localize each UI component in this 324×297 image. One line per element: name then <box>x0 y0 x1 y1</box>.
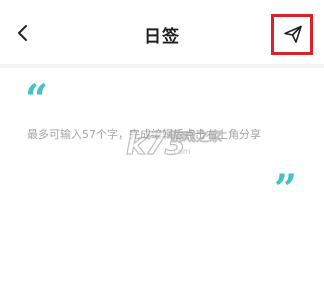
share-button[interactable] <box>272 15 314 57</box>
divider <box>0 64 324 68</box>
chevron-left-icon <box>14 23 32 47</box>
quote-text-input[interactable]: 最多可输入57个字，完成编辑后点击右上角分享 <box>27 127 317 143</box>
watermark-url: .com <box>171 147 191 156</box>
back-button[interactable] <box>6 18 40 52</box>
open-quote-mark: “ <box>25 76 49 123</box>
nav-bar: 日签 <box>0 0 324 68</box>
paper-plane-icon <box>282 23 304 49</box>
screen: 日签 “ 最多可输入57个字，完成编辑后点击右上角分享 ” k73 游戏之家 .… <box>0 0 324 297</box>
close-quote-mark: ” <box>274 166 298 213</box>
